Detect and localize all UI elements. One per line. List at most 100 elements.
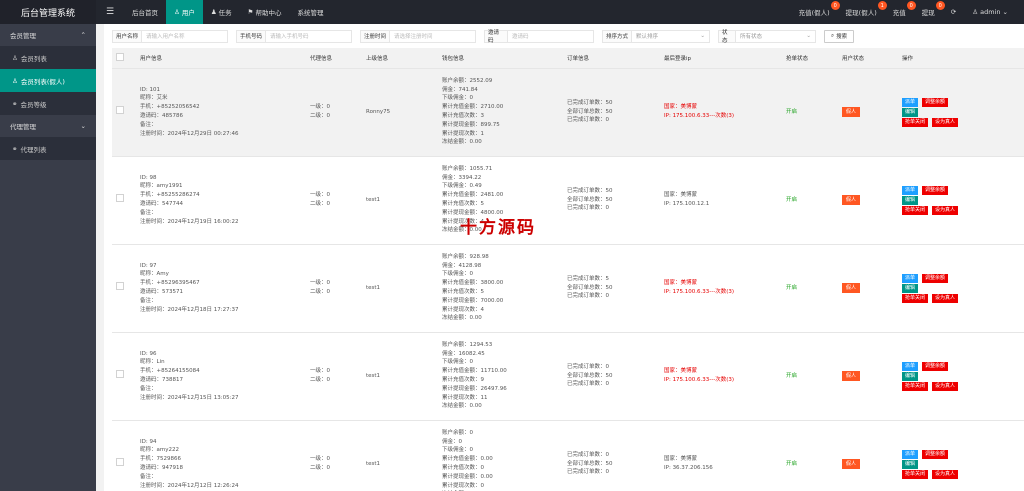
field-label: 累计充值金额 xyxy=(442,368,476,375)
info-line: 全部订单总数：50 xyxy=(567,108,613,115)
commission: 4128.98 xyxy=(458,262,482,269)
info-line: 备注： xyxy=(140,385,157,392)
withdraw-link[interactable]: 提现 0 xyxy=(914,1,945,17)
info-line: 冻结金额：0.00 xyxy=(442,139,482,146)
field-label: 备注 xyxy=(140,473,152,480)
sidebar-group-label: 会员管理 xyxy=(10,32,36,40)
info-line: 二级：0 xyxy=(310,113,331,119)
edit-button[interactable]: 编辑 xyxy=(902,107,919,117)
select-all-checkbox[interactable] xyxy=(116,52,124,61)
close-grab-button[interactable]: 抢单关闭 xyxy=(902,117,929,127)
set-real-button[interactable]: 设为真人 xyxy=(932,293,959,303)
set-real-button[interactable]: 设为真人 xyxy=(932,381,959,391)
phone: +85255286274 xyxy=(156,192,200,199)
adjust-balance-button[interactable]: 调整余额 xyxy=(922,449,949,459)
recharge-fake-link[interactable]: 充值(假人) 0 xyxy=(791,1,840,17)
regtime-input[interactable]: 请选择注册时间 xyxy=(390,29,476,43)
set-real-button[interactable]: 设为真人 xyxy=(932,117,959,127)
sidebar: 会员管理 ⌃ ♙ 会员列表 ♙ 会员列表(假人) ⚭ 会员等级 代理管理 ⌄ ⚭ 代理列表 xyxy=(0,24,96,491)
search-button[interactable]: ⌕ 搜索 xyxy=(824,29,855,43)
info-line: 注册时间：2024年12月12日 12:26:24 xyxy=(140,482,239,489)
nav-tasks-label: 任务 xyxy=(218,9,232,17)
edit-button[interactable]: 编辑 xyxy=(902,283,919,293)
set-real-button[interactable]: 设为真人 xyxy=(932,205,959,215)
adjust-balance-button[interactable]: 调整余额 xyxy=(922,361,949,371)
info-line: 已完成订单数：0 xyxy=(567,205,610,212)
select-cell xyxy=(112,244,136,333)
close-grab-button[interactable]: 抢单关闭 xyxy=(902,293,929,303)
commission: 741.84 xyxy=(458,86,478,93)
menu-toggle-icon[interactable]: ☰ xyxy=(96,7,124,17)
refresh-icon[interactable]: ⟳ xyxy=(943,8,964,16)
sidebar-item-member-list[interactable]: ♙ 会员列表 xyxy=(0,46,96,69)
nav-system[interactable]: 系统管理 xyxy=(289,0,331,24)
col-header: 用户信息 xyxy=(136,48,306,69)
close-grab-button[interactable]: 抢单关闭 xyxy=(902,469,929,479)
info-line: 累计充值金额：2710.00 xyxy=(442,104,504,111)
adjust-balance-button[interactable]: 调整余额 xyxy=(922,97,949,107)
link-icon: ⚭ xyxy=(12,99,18,108)
sidebar-item-member-list-fake[interactable]: ♙ 会员列表(假人) xyxy=(0,69,96,92)
wallet-cell: 账户余额：2552.09 佣金：741.84 下级佣金：0 累计充值金额：2710.0… xyxy=(438,68,563,157)
username-input[interactable]: 请输入用户名称 xyxy=(142,29,228,43)
invite-input[interactable]: 邀请码 xyxy=(508,29,594,43)
cancel-orders: 0 xyxy=(605,205,610,212)
invite-code: 485786 xyxy=(162,113,184,119)
nav-home[interactable]: 后台首页 xyxy=(124,0,166,24)
info-line: 已完成订单数：0 xyxy=(567,117,610,124)
balance: 1294.53 xyxy=(469,341,493,348)
ip-address: 175.100.12.1 xyxy=(672,201,710,207)
chevron-down-icon: ⌄ xyxy=(700,33,705,39)
sidebar-item-member-level[interactable]: ⚭ 会员等级 xyxy=(0,92,96,115)
phone: 7529866 xyxy=(156,456,182,463)
adjust-balance-button[interactable]: 调整余额 xyxy=(922,273,949,283)
withdraw-times: 4 xyxy=(480,306,485,313)
deposit-button[interactable]: 派单 xyxy=(902,185,919,195)
nav-help[interactable]: ⚑ 帮助中心 xyxy=(240,0,290,24)
info-line: 累计充值金额：0.00 xyxy=(442,456,493,463)
info-line: 昵称：艾米 xyxy=(140,95,168,102)
row-checkbox[interactable] xyxy=(116,282,124,291)
select-cell xyxy=(112,68,136,157)
phone-input[interactable]: 请输入手机号码 xyxy=(266,29,352,43)
sidebar-item-agent-list[interactable]: ⚭ 代理列表 xyxy=(0,137,96,160)
deposit-button[interactable]: 派单 xyxy=(902,273,919,283)
row-checkbox[interactable] xyxy=(116,106,124,115)
row-checkbox[interactable] xyxy=(116,458,124,467)
info-line: IP: 175.100.6.33---次数(3) xyxy=(664,377,735,383)
sidebar-group-member[interactable]: 会员管理 ⌃ xyxy=(0,24,96,46)
nav-users[interactable]: ♙ 用户 xyxy=(166,0,203,24)
info-line: 全部订单总数：50 xyxy=(567,460,613,467)
sort-select[interactable]: 默认排序 ⌄ xyxy=(632,29,710,43)
close-grab-button[interactable]: 抢单关闭 xyxy=(902,381,929,391)
edit-button[interactable]: 编辑 xyxy=(902,195,919,205)
invite-code: 738817 xyxy=(162,377,184,383)
nav-tasks[interactable]: ♟ 任务 xyxy=(203,0,240,24)
row-checkbox[interactable] xyxy=(116,370,124,379)
field-label: 已完成订单数 xyxy=(567,469,601,476)
balance: 928.98 xyxy=(469,253,489,260)
set-real-button[interactable]: 设为真人 xyxy=(932,469,959,479)
withdraw-fake-link[interactable]: 提现(假人) 1 xyxy=(838,1,887,17)
edit-button[interactable]: 编辑 xyxy=(902,371,919,381)
field-label: 累计提现次数 xyxy=(442,482,476,489)
sidebar-group-agent[interactable]: 代理管理 ⌄ xyxy=(0,115,96,137)
sidebar-item-label: 代理列表 xyxy=(20,145,47,154)
user-menu[interactable]: ♙ admin ⌄ xyxy=(964,8,1016,16)
field-label: 二级 xyxy=(310,201,322,207)
row-checkbox[interactable] xyxy=(116,194,124,203)
close-grab-button[interactable]: 抢单关闭 xyxy=(902,205,929,215)
invite-code: 947918 xyxy=(162,465,184,471)
username-label: 用户名称 xyxy=(112,29,142,43)
adjust-balance-button[interactable]: 调整余额 xyxy=(922,185,949,195)
recharge-link[interactable]: 充值 0 xyxy=(885,1,916,17)
status-select[interactable]: 所有状态 ⌄ xyxy=(736,29,816,43)
info-line: 累计提现金额：7000.00 xyxy=(442,297,504,304)
deposit-button[interactable]: 派单 xyxy=(902,97,919,107)
edit-button[interactable]: 编辑 xyxy=(902,459,919,469)
deposit-button[interactable]: 派单 xyxy=(902,449,919,459)
col-header: 抢单状态 xyxy=(782,48,838,69)
deposit-button[interactable]: 派单 xyxy=(902,361,919,371)
info-line: 已完成订单数：5 xyxy=(567,275,610,282)
field-label: 下级佣金 xyxy=(442,183,465,190)
